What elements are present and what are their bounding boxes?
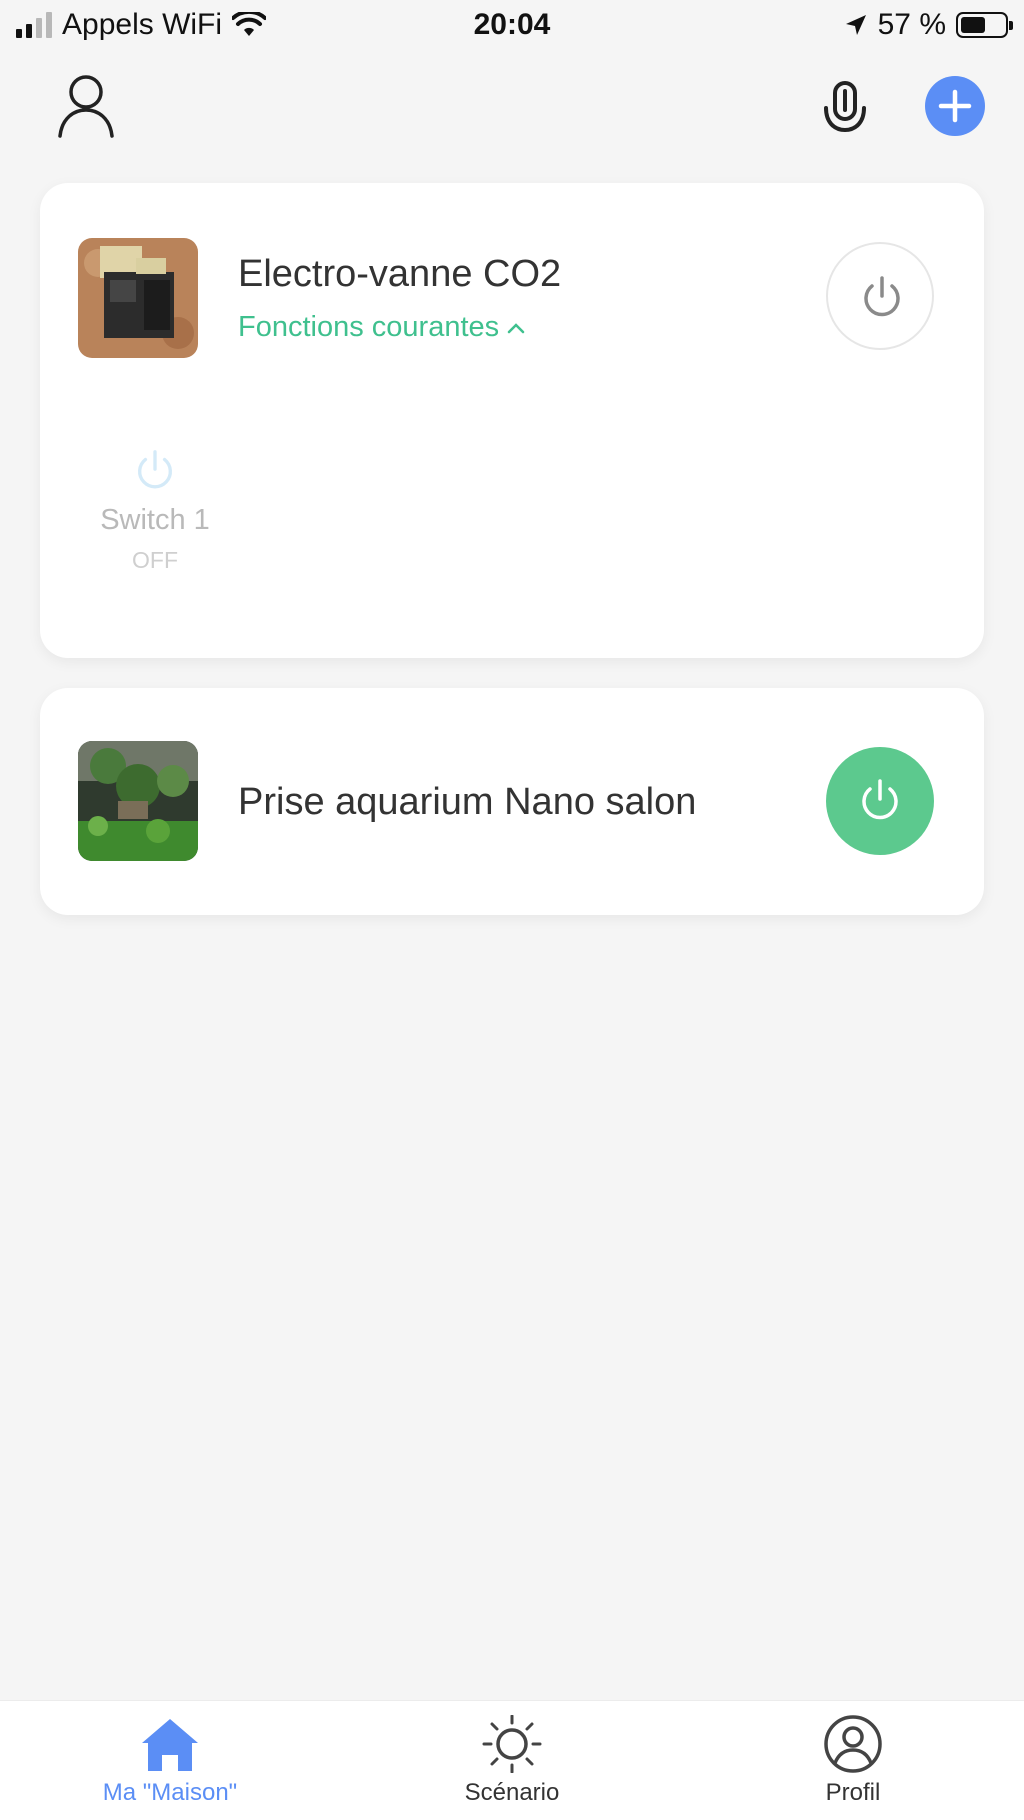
plus-icon <box>938 89 972 123</box>
switch-label: Switch 1 <box>100 504 210 536</box>
device-name: Electro-vanne CO2 <box>238 253 562 295</box>
device-name: Prise aquarium Nano salon <box>238 781 697 823</box>
add-device-button[interactable] <box>925 76 985 136</box>
chevron-up-icon <box>507 322 525 333</box>
tab-scenario[interactable]: Scénario <box>392 1715 632 1807</box>
status-bar: Appels WiFi 20:04 57 % <box>0 0 1024 52</box>
tab-label: Ma "Maison" <box>102 1779 238 1806</box>
power-icon <box>862 779 898 820</box>
battery-icon <box>956 12 1013 38</box>
microphone-icon[interactable] <box>822 80 868 136</box>
power-icon <box>138 450 172 489</box>
device-thumbnail-aquarium <box>78 741 198 861</box>
switch-1-control[interactable]: Switch 1 OFF <box>80 448 230 574</box>
tab-bar: Ma "Maison" Scénario Profil <box>0 1700 1024 1820</box>
tab-profile[interactable]: Profil <box>733 1715 973 1807</box>
device-card-electrovanne[interactable]: Electro-vanne CO2 Fonctions courantes Sw… <box>40 183 984 658</box>
power-icon <box>864 276 900 317</box>
device-thumbnail-electrovanne <box>78 238 198 358</box>
home-icon <box>142 1719 198 1771</box>
power-button[interactable] <box>826 747 934 855</box>
user-icon[interactable] <box>56 70 116 140</box>
common-functions-label: Fonctions courantes <box>238 311 500 343</box>
location-arrow-icon <box>845 15 866 35</box>
switch-state: OFF <box>132 547 178 573</box>
tab-home[interactable]: Ma "Maison" <box>50 1715 290 1807</box>
status-right: 57 % <box>844 8 1013 42</box>
sun-icon <box>482 1715 542 1773</box>
power-button[interactable] <box>826 242 934 350</box>
common-functions-toggle[interactable]: Fonctions courantes <box>238 311 525 344</box>
profile-circle-icon <box>824 1715 882 1773</box>
tab-label: Profil <box>825 1779 881 1806</box>
device-card-prise-aquarium[interactable]: Prise aquarium Nano salon <box>40 688 984 915</box>
tab-label: Scénario <box>464 1779 560 1806</box>
top-bar <box>0 60 1024 150</box>
battery-percent: 57 % <box>877 8 946 41</box>
